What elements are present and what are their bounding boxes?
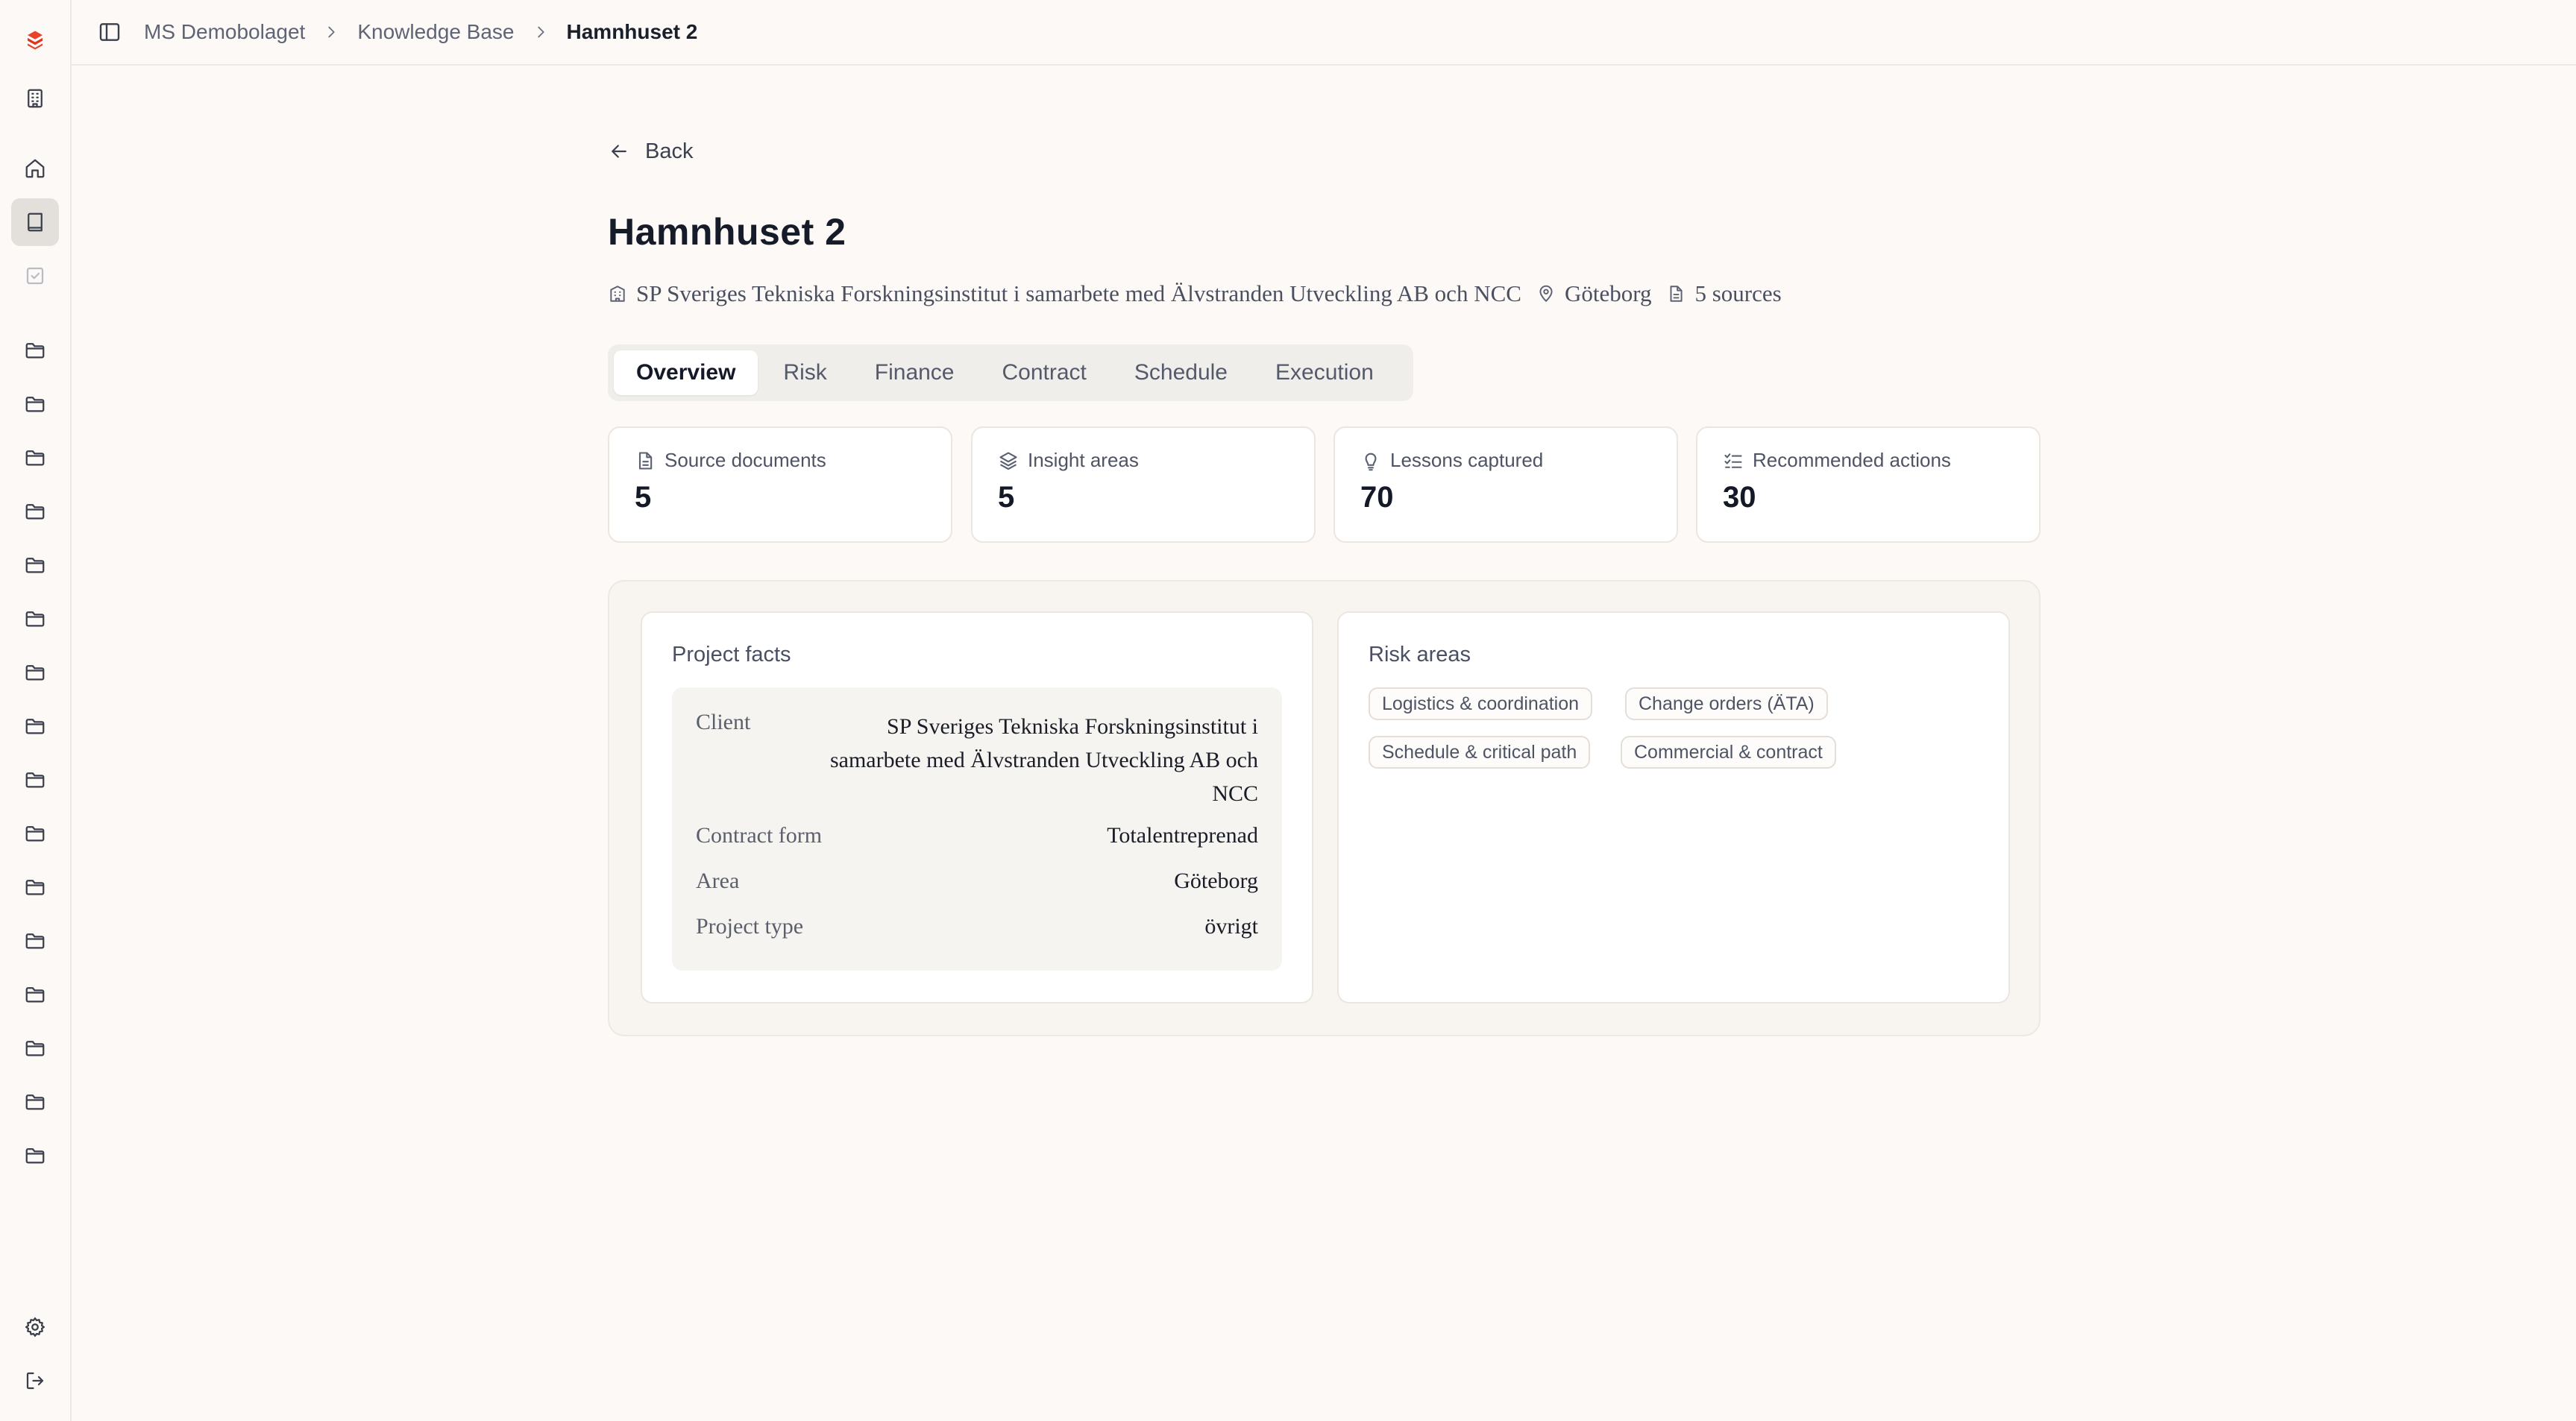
building-icon xyxy=(610,286,625,302)
fact-key: Contract form xyxy=(696,823,823,848)
project-facts-title: Project facts xyxy=(672,643,791,667)
fact-key: Area xyxy=(696,869,740,893)
folder-icon[interactable] xyxy=(11,917,59,965)
tab-contract[interactable]: Contract xyxy=(980,350,1109,395)
tab-risk[interactable]: Risk xyxy=(761,350,849,395)
breadcrumb-item-company[interactable]: MS Demobolaget xyxy=(144,20,305,44)
page-title: Hamnhuset 2 xyxy=(608,211,846,253)
stat-value: 70 xyxy=(1360,481,1394,514)
logo-icon[interactable] xyxy=(11,16,59,64)
risk-areas-card: Risk areas Logistics & coordination Chan… xyxy=(1337,611,2010,1003)
tab-overview[interactable]: Overview xyxy=(614,350,758,395)
project-client: SP Sveriges Tekniska Forskningsinstitut … xyxy=(636,280,1521,306)
project-sources: 5 sources xyxy=(1694,280,1782,306)
folder-icon[interactable] xyxy=(11,434,59,482)
document-icon xyxy=(638,451,653,470)
tab-execution[interactable]: Execution xyxy=(1253,350,1396,395)
fact-value: Totalentreprenad xyxy=(1107,823,1258,848)
fact-key: Project type xyxy=(696,914,804,939)
breadcrumb: MS Demobolaget Knowledge Base Hamnhuset … xyxy=(122,20,697,44)
project-facts-card: Project facts Client SP Sveriges Teknisk… xyxy=(641,611,1313,1003)
folder-icon[interactable] xyxy=(11,380,59,428)
breadcrumb-item-current: Hamnhuset 2 xyxy=(566,20,698,43)
breadcrumb-item-knowledge-base[interactable]: Knowledge Base xyxy=(357,20,514,44)
back-button[interactable]: Back xyxy=(608,136,693,166)
stat-card-recommended-actions: Recommended actions 30 xyxy=(1696,426,2041,543)
folder-icon[interactable] xyxy=(11,971,59,1018)
home-icon[interactable] xyxy=(11,145,59,192)
arrow-left-icon xyxy=(612,145,626,158)
stat-label: Insight areas xyxy=(1028,449,1139,471)
document-icon xyxy=(1670,286,1683,302)
lightbulb-icon xyxy=(1365,453,1377,470)
checkbox-icon[interactable] xyxy=(11,252,59,300)
folder-icon[interactable] xyxy=(11,1024,59,1072)
tab-bar: Overview Risk Finance Contract Schedule … xyxy=(608,344,1413,401)
settings-icon[interactable] xyxy=(11,1303,59,1351)
map-pin-icon xyxy=(1539,285,1553,302)
folder-icon[interactable] xyxy=(11,327,59,374)
fact-value: Göteborg xyxy=(1174,869,1258,893)
folder-icon[interactable] xyxy=(11,702,59,750)
sidebar-rail xyxy=(0,0,72,1421)
checklist-icon xyxy=(1724,453,1742,468)
fact-value: övrigt xyxy=(1204,914,1258,939)
folder-icon[interactable] xyxy=(11,863,59,911)
risk-chip[interactable]: Schedule & critical path xyxy=(1369,736,1591,769)
folder-icon[interactable] xyxy=(11,488,59,535)
tab-schedule[interactable]: Schedule xyxy=(1112,350,1250,395)
folder-icon[interactable] xyxy=(11,810,59,857)
back-label: Back xyxy=(645,139,694,163)
project-location: Göteborg xyxy=(1564,280,1652,306)
folder-icon[interactable] xyxy=(11,595,59,643)
stat-label: Recommended actions xyxy=(1753,449,1951,471)
project-facts-table: Client SP Sveriges Tekniska Forskningsin… xyxy=(672,687,1282,971)
fact-key: Client xyxy=(696,710,751,734)
project-meta: SP Sveriges Tekniska Forskningsinstitut … xyxy=(608,277,1782,310)
stat-label: Source documents xyxy=(665,449,826,471)
building-icon[interactable] xyxy=(11,75,59,122)
stat-label: Lessons captured xyxy=(1390,449,1544,471)
chevron-right-icon xyxy=(323,24,339,40)
risk-chip[interactable]: Commercial & contract xyxy=(1621,736,1836,769)
fact-row-area: Area Göteborg xyxy=(696,869,1258,894)
fact-row-contract-form: Contract form Totalentreprenad xyxy=(696,823,1258,848)
sidebar-toggle-icon[interactable] xyxy=(98,20,122,44)
layers-icon xyxy=(999,451,1017,470)
risk-chip[interactable]: Change orders (ÄTA) xyxy=(1625,687,1828,720)
stat-value: 5 xyxy=(635,481,652,514)
stat-card-source-documents: Source documents 5 xyxy=(608,426,952,543)
top-bar: MS Demobolaget Knowledge Base Hamnhuset … xyxy=(72,0,2576,66)
overview-panel: Project facts Client SP Sveriges Teknisk… xyxy=(608,580,2041,1036)
book-icon[interactable] xyxy=(11,198,59,246)
fact-row-client: Client SP Sveriges Tekniska Forskningsin… xyxy=(696,710,1258,810)
stat-value: 5 xyxy=(998,481,1015,514)
risk-areas-title: Risk areas xyxy=(1369,643,1471,667)
risk-chip[interactable]: Logistics & coordination xyxy=(1369,687,1593,720)
stat-value: 30 xyxy=(1723,481,1756,514)
fact-row-project-type: Project type övrigt xyxy=(696,914,1258,939)
chevron-right-icon xyxy=(533,24,549,40)
tab-finance[interactable]: Finance xyxy=(852,350,977,395)
folder-icon[interactable] xyxy=(11,1078,59,1126)
folder-icon[interactable] xyxy=(11,541,59,589)
stat-card-lessons-captured: Lessons captured 70 xyxy=(1333,426,1678,543)
fact-value: SP Sveriges Tekniska Forskningsinstitut … xyxy=(829,714,1258,806)
logout-icon[interactable] xyxy=(11,1357,59,1405)
folder-icon[interactable] xyxy=(11,756,59,804)
stat-card-insight-areas: Insight areas 5 xyxy=(971,426,1316,543)
folder-icon[interactable] xyxy=(11,1132,59,1179)
folder-icon[interactable] xyxy=(11,649,59,696)
